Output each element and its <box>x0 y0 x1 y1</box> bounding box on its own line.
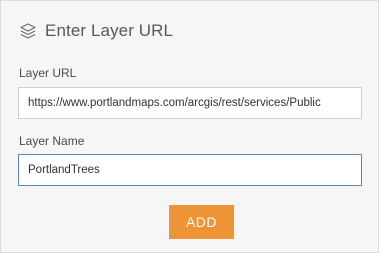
add-button[interactable]: ADD <box>169 205 234 239</box>
panel-title: Enter Layer URL <box>45 21 174 40</box>
layer-name-label: Layer Name <box>19 134 85 148</box>
layer-url-input[interactable] <box>18 87 362 119</box>
layers-icon <box>19 22 37 40</box>
layer-name-input[interactable] <box>18 154 362 186</box>
panel-header: Enter Layer URL <box>19 19 173 43</box>
enter-layer-url-panel: Enter Layer URL Layer URL Layer Name ADD <box>0 0 379 253</box>
layer-url-label: Layer URL <box>19 66 77 80</box>
